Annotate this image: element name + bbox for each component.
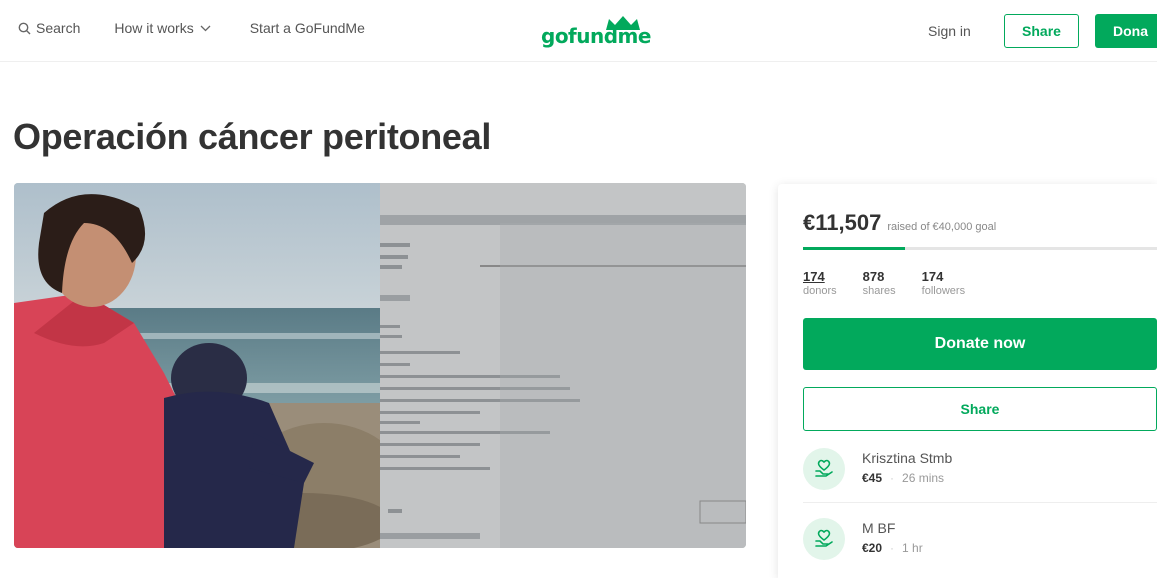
top-navigation-bar: Search How it works Start a GoFundMe gof… [0,0,1157,62]
sign-in-link[interactable]: Sign in [928,23,971,39]
campaign-stats: 174 donors 878 shares 174 followers [803,269,991,297]
stat-donors-label: donors [803,285,837,297]
stat-shares-label: shares [862,285,896,297]
donate-now-button[interactable]: Donate now [803,318,1157,370]
donation-meta: €45 · 26 mins [862,471,952,485]
search-label: Search [36,20,81,36]
gofundme-logo[interactable]: gofundme [541,14,651,48]
donor-hand-heart-icon [815,459,833,477]
separator: · [890,541,895,555]
stat-shares-count: 878 [862,269,885,284]
donation-item: M BF €20 · 1 hr [803,518,923,560]
stat-followers: 174 followers [922,269,965,297]
chevron-down-icon [200,25,211,31]
donation-divider [803,502,1157,503]
stat-shares: 878 shares [863,269,896,297]
donation-amount: €45 [862,471,883,485]
donation-details: Krisztina Stmb €45 · 26 mins [862,448,952,485]
raised-amount: €11,507 [803,210,882,235]
donation-amount: €20 [862,541,883,555]
stat-donors[interactable]: 174 donors [803,269,837,297]
donation-summary-card: €11,507 raised of €40,000 goal 174 donor… [778,184,1157,578]
beach-photo [14,183,380,548]
raised-goal: raised of €40,000 goal [887,221,997,233]
nav-left: Search How it works Start a GoFundMe [18,20,399,36]
donor-name: M BF [862,520,896,536]
search-icon [18,22,31,34]
medical-document-photo [380,183,746,548]
stat-followers-label: followers [921,285,966,297]
progress-bar-fill [803,247,905,250]
donation-item: Krisztina Stmb €45 · 26 mins [803,448,952,490]
how-it-works-menu[interactable]: How it works [114,20,215,36]
donor-hand-heart-icon [815,529,833,547]
start-gofundme-label: Start a GoFundMe [249,20,365,36]
raised-summary: €11,507 raised of €40,000 goal [803,210,996,236]
search-link[interactable]: Search [18,20,80,36]
donation-time: 26 mins [902,471,945,485]
start-gofundme-link[interactable]: Start a GoFundMe [250,20,365,36]
share-button[interactable]: Share [803,387,1157,431]
separator: · [890,471,895,485]
stat-donors-count: 174 [803,269,825,284]
campaign-hero-image[interactable] [14,183,746,548]
how-it-works-label: How it works [114,20,194,36]
donor-avatar [803,518,845,560]
donor-name: Krisztina Stmb [862,450,953,466]
crown-logo-icon [606,16,640,30]
donation-meta: €20 · 1 hr [862,541,923,555]
progress-bar [803,247,1157,250]
donation-time: 1 hr [902,541,923,555]
donation-details: M BF €20 · 1 hr [862,518,923,555]
page-title: Operación cáncer peritoneal [13,116,492,157]
stat-followers-count: 174 [921,269,944,284]
header-donate-button[interactable]: Dona [1095,14,1157,48]
donor-avatar [803,448,845,490]
header-share-button[interactable]: Share [1004,14,1079,48]
